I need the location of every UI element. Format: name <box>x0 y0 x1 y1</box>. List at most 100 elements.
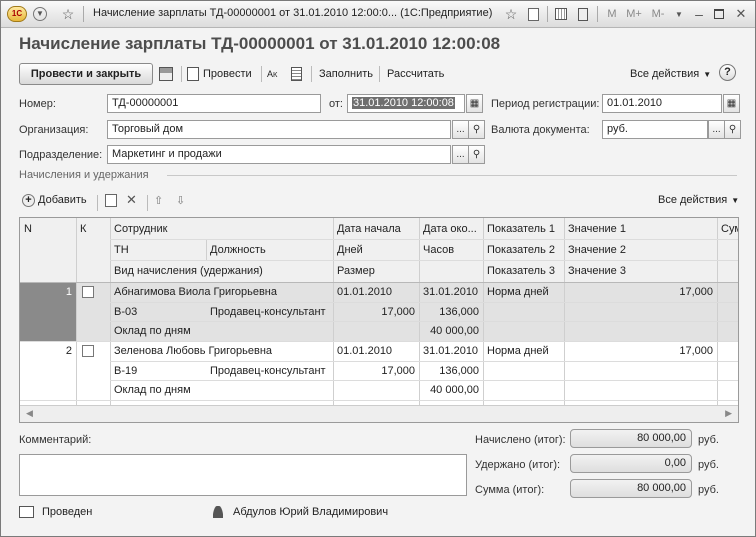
number-field[interactable]: ТД-00000001 <box>107 94 321 113</box>
tn-cell[interactable]: В-19 <box>110 361 206 381</box>
accrual-type-cell[interactable]: Оклад по дням <box>110 321 333 341</box>
header-position[interactable]: Должность <box>206 240 333 260</box>
favorite-star-icon[interactable]: ☆ <box>59 5 77 23</box>
sum-total-field: 80 000,00 <box>570 479 692 498</box>
currency-field[interactable]: руб. <box>602 120 708 139</box>
post-button[interactable]: Провести <box>187 66 252 82</box>
header-value-2[interactable]: Значение 2 <box>564 240 717 260</box>
post-and-close-button[interactable]: Провести и закрыть <box>19 63 153 85</box>
withheld-total-field: 0,00 <box>570 454 692 473</box>
help-icon: ? <box>719 63 736 81</box>
period-field[interactable]: 01.01.2010 <box>602 94 722 113</box>
days-cell[interactable]: 17,000 <box>333 361 419 381</box>
header-size[interactable]: Размер <box>333 261 483 281</box>
help-button[interactable]: ? <box>719 63 736 81</box>
calendar-icon[interactable] <box>553 5 569 23</box>
row-checkbox[interactable] <box>82 286 94 298</box>
header-indicator-1[interactable]: Показатель 1 <box>483 219 564 239</box>
memory-m-button[interactable]: M <box>605 5 619 23</box>
header-tn[interactable]: ТН <box>110 240 206 260</box>
days-cell[interactable]: 17,000 <box>333 302 419 322</box>
header-date-start[interactable]: Дата начала <box>333 219 419 239</box>
copy-row-icon[interactable] <box>105 192 117 208</box>
withheld-label: Удержано (итог): <box>475 459 561 471</box>
position-cell[interactable]: Продавец-консультант <box>206 361 333 381</box>
minimize-icon[interactable]: – <box>691 5 707 23</box>
header-date-end[interactable]: Дата око... <box>419 219 483 239</box>
hours-cell[interactable]: 136,000 <box>419 302 483 322</box>
search-icon[interactable]: ⚲ <box>468 120 485 139</box>
size-cell[interactable]: 40 000,00 <box>333 321 483 341</box>
link-icon[interactable] <box>525 5 541 23</box>
employee-cell[interactable]: Зеленова Любовь Григорьевна <box>110 341 333 361</box>
move-down-icon[interactable]: ⇩ <box>176 192 185 208</box>
accruals-table[interactable]: N К Сотрудник ТН Должность Вид начислени… <box>19 217 739 423</box>
value-1-cell[interactable]: 17,000 <box>564 341 717 361</box>
indicator-1-cell[interactable]: Норма дней <box>483 282 564 302</box>
text-replace-icon[interactable]: AК <box>267 66 277 82</box>
title-separator <box>597 6 598 22</box>
dropdown-arrow-icon[interactable]: ▼ <box>673 5 685 23</box>
header-value-1[interactable]: Значение 1 <box>564 219 717 239</box>
toolbar-separator <box>97 195 98 211</box>
employee-cell[interactable]: Абнагимова Виола Григорьевна <box>110 282 333 302</box>
report-icon[interactable] <box>291 66 302 82</box>
close-icon[interactable]: ✕ <box>733 5 749 23</box>
accrual-type-cell[interactable]: Оклад по дням <box>110 380 333 400</box>
header-employee[interactable]: Сотрудник <box>110 219 333 239</box>
tn-cell[interactable]: В-03 <box>110 302 206 322</box>
header-n[interactable]: N <box>20 219 76 239</box>
select-ellipsis-button[interactable]: ... <box>708 120 725 139</box>
delete-row-icon[interactable]: ✕ <box>126 192 137 208</box>
header-hours[interactable]: Часов <box>419 240 483 260</box>
row-checkbox[interactable] <box>82 345 94 357</box>
table-all-actions-menu[interactable]: Все действия ▼ <box>658 192 739 208</box>
comment-field[interactable] <box>19 454 467 496</box>
date-end-cell[interactable]: 31.01.2010 <box>419 282 483 302</box>
size-cell[interactable]: 40 000,00 <box>333 380 483 400</box>
calculate-button[interactable]: Рассчитать <box>387 66 444 82</box>
department-field[interactable]: Маркетинг и продажи <box>107 145 451 164</box>
select-ellipsis-button[interactable]: ... <box>452 145 469 164</box>
currency-unit: руб. <box>698 484 719 496</box>
memory-plus-button[interactable]: M+ <box>625 5 643 23</box>
header-k[interactable]: К <box>76 219 110 239</box>
scroll-left-icon[interactable]: ◀ <box>26 408 33 419</box>
date-end-cell[interactable]: 31.01.2010 <box>419 341 483 361</box>
favorite-star-icon[interactable]: ☆ <box>503 5 519 23</box>
app-logo-icon[interactable]: 1С <box>5 5 29 23</box>
header-indicator-3[interactable]: Показатель 3 <box>483 261 564 281</box>
select-ellipsis-button[interactable]: ... <box>452 120 469 139</box>
all-actions-menu[interactable]: Все действия ▼ <box>630 66 711 82</box>
fill-button[interactable]: Заполнить <box>319 66 373 82</box>
memory-minus-button[interactable]: M- <box>649 5 667 23</box>
organization-field[interactable]: Торговый дом <box>107 120 451 139</box>
header-accrual-type[interactable]: Вид начисления (удержания) <box>110 261 333 281</box>
header-value-3[interactable]: Значение 3 <box>564 261 717 281</box>
move-up-icon[interactable]: ⇧ <box>154 192 163 208</box>
calendar-picker-icon[interactable]: ▦ <box>466 94 483 113</box>
position-cell[interactable]: Продавец-консультант <box>206 302 333 322</box>
indicator-1-cell[interactable]: Норма дней <box>483 341 564 361</box>
hours-cell[interactable]: 136,000 <box>419 361 483 381</box>
maximize-icon[interactable] <box>711 5 727 23</box>
col-divider <box>717 218 718 405</box>
header-sum[interactable]: Сум <box>717 219 738 239</box>
search-icon[interactable]: ⚲ <box>468 145 485 164</box>
calendar-picker-icon[interactable]: ▦ <box>723 94 740 113</box>
scroll-right-icon[interactable]: ▶ <box>725 408 732 419</box>
save-icon[interactable] <box>159 66 173 82</box>
col-divider <box>76 218 77 405</box>
value-1-cell[interactable]: 17,000 <box>564 282 717 302</box>
header-indicator-2[interactable]: Показатель 2 <box>483 240 564 260</box>
calculator-icon[interactable] <box>575 5 591 23</box>
date-start-cell[interactable]: 01.01.2010 <box>333 282 419 302</box>
header-days[interactable]: Дней <box>333 240 419 260</box>
horizontal-scrollbar[interactable]: ◀ ▶ <box>20 405 738 422</box>
date-start-cell[interactable]: 01.01.2010 <box>333 341 419 361</box>
date-field[interactable]: 31.01.2010 12:00:08 <box>347 94 465 113</box>
search-icon[interactable]: ⚲ <box>724 120 741 139</box>
menu-dropdown-icon[interactable]: ▼ <box>32 5 48 23</box>
add-button[interactable]: + Добавить <box>22 192 87 208</box>
accrued-total-field: 80 000,00 <box>570 429 692 448</box>
